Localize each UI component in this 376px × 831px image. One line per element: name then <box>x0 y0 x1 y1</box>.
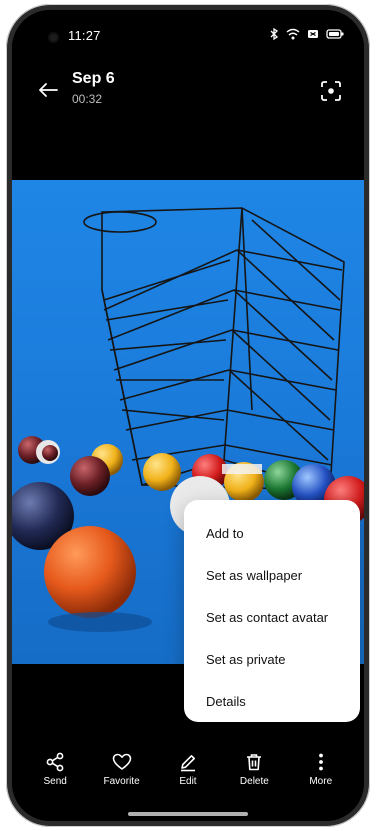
top-bar: 11:27 Sep 6 00:32 <box>12 10 364 180</box>
front-camera <box>50 34 57 41</box>
more-vertical-icon <box>318 753 323 771</box>
scan-icon <box>321 81 341 101</box>
sim-icon <box>308 30 318 38</box>
menu-item-set-as-contact-avatar[interactable]: Set as contact avatar <box>206 598 350 636</box>
send-label: Send <box>43 776 67 787</box>
battery-icon <box>326 29 344 39</box>
menu-item-label: Add to <box>206 525 244 541</box>
edit-label: Edit <box>179 776 197 787</box>
photo-time: 00:32 <box>72 92 103 106</box>
photo-date: Sep 6 <box>72 70 115 87</box>
screen: 11:27 Sep 6 00:32 Send Favorite Edit Del… <box>12 10 364 821</box>
favorite-label: Favorite <box>103 776 140 787</box>
more-label: More <box>309 776 333 787</box>
photo-header: Sep 6 00:32 <box>12 66 364 136</box>
more-button[interactable]: More <box>291 752 351 787</box>
menu-item-label: Set as contact avatar <box>206 609 329 625</box>
menu-item-set-as-private[interactable]: Set as private <box>206 640 350 678</box>
more-menu: Add to Set as wallpaper Set as contact a… <box>184 500 360 722</box>
scan-button[interactable] <box>318 78 344 104</box>
favorite-button[interactable]: Favorite <box>92 752 152 787</box>
toolbar-actions: Send Favorite Edit Delete More <box>12 752 364 787</box>
send-button[interactable]: Send <box>25 752 85 787</box>
menu-item-label: Set as private <box>206 651 286 667</box>
menu-item-label: Details <box>206 693 246 709</box>
wifi-icon <box>286 28 300 40</box>
menu-item-label: Set as wallpaper <box>206 567 303 583</box>
status-bar: 11:27 <box>12 10 364 54</box>
status-icons <box>269 28 344 40</box>
pencil-icon <box>180 755 195 772</box>
bluetooth-icon <box>270 28 279 40</box>
arrow-left-icon <box>39 83 58 97</box>
menu-item-set-as-wallpaper[interactable]: Set as wallpaper <box>206 556 350 594</box>
delete-button[interactable]: Delete <box>224 752 284 787</box>
trash-icon <box>247 754 262 771</box>
menu-item-add-to[interactable]: Add to <box>206 514 350 552</box>
edit-button[interactable]: Edit <box>158 752 218 787</box>
status-time: 11:27 <box>68 28 101 43</box>
back-button[interactable] <box>34 76 62 104</box>
home-indicator[interactable] <box>128 812 248 816</box>
share-icon <box>46 752 64 772</box>
menu-item-details[interactable]: Details <box>206 682 350 720</box>
delete-label: Delete <box>239 776 269 787</box>
heart-icon <box>112 753 131 770</box>
